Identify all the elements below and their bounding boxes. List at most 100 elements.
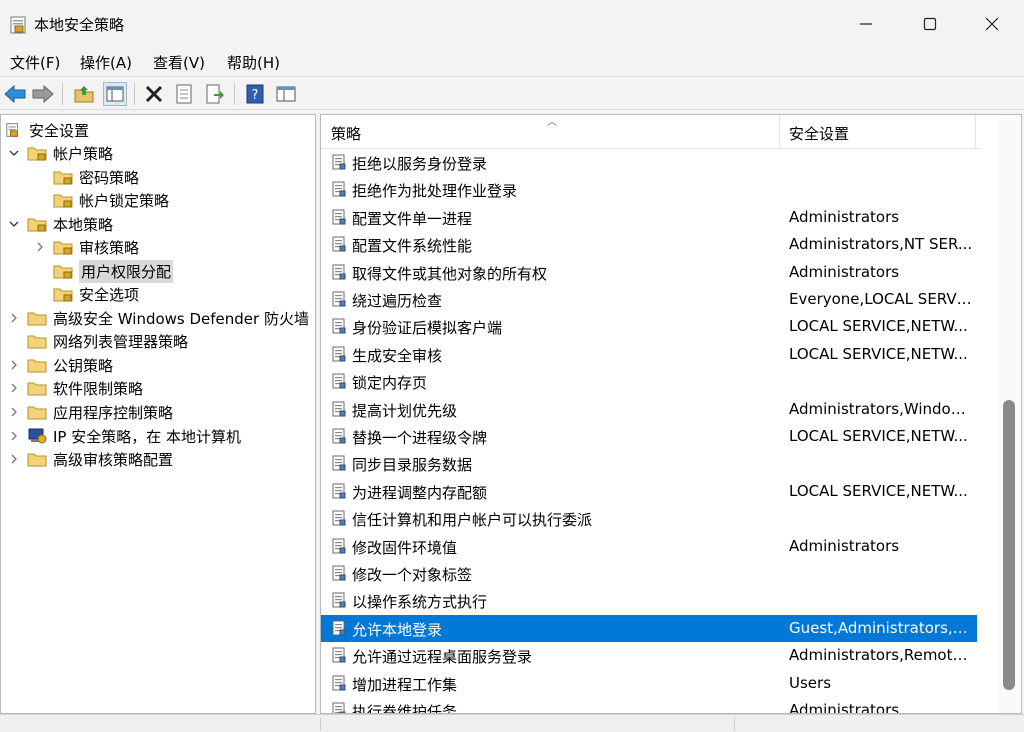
minimize-button[interactable] [836,0,896,48]
column-header-setting[interactable]: 安全设置 [789,123,849,144]
table-row[interactable]: 拒绝作为批处理作业登录 [321,176,977,203]
tree-item-security-options[interactable]: 安全选项 [53,283,139,305]
menu-help[interactable]: 帮助(H) [227,52,280,73]
tree-item-user-rights-assignment[interactable]: 用户权限分配 [53,259,174,283]
policy-setting: LOCAL SERVICE,NETW... [789,427,968,445]
table-row[interactable]: 配置文件单一进程 Administrators [321,204,977,231]
policy-icon [332,620,346,636]
chevron-right-icon[interactable] [7,405,21,419]
table-row[interactable]: 身份验证后模拟客户端 LOCAL SERVICE,NETW... [321,313,977,340]
view-icon [276,86,296,102]
tree-item-public-key-policies[interactable]: 公钥策略 [7,354,113,376]
help-icon: ? [246,84,264,104]
table-row[interactable]: 为进程调整内存配额 LOCAL SERVICE,NETW... [321,478,977,505]
show-tree-button[interactable] [103,82,127,106]
title-bar: 本地安全策略 [0,0,1024,48]
policy-setting: Administrators [789,262,900,281]
tree-item-software-restriction[interactable]: 软件限制策略 [7,377,143,399]
view-button[interactable] [274,82,298,106]
status-bar [0,714,1024,732]
security-settings-icon [6,123,19,137]
table-row[interactable]: 信任计算机和用户帐户可以执行委派 [321,505,977,532]
table-row[interactable]: 执行卷维护任务 Administrators [321,697,977,714]
chevron-right-icon[interactable] [7,358,21,372]
tree-item-account-lockout-policy[interactable]: 帐户锁定策略 [53,189,169,211]
column-header-policy[interactable]: 策略 [331,123,361,144]
lock-folder-icon [53,241,73,255]
table-row[interactable]: 取得文件或其他对象的所有权 Administrators [321,259,977,286]
lock-folder-icon [53,171,73,185]
delete-button[interactable] [142,82,166,106]
tree-item-app-control[interactable]: 应用程序控制策略 [7,401,173,423]
folder-icon [27,312,47,326]
table-row[interactable]: 同步目录服务数据 [321,450,977,477]
chevron-down-icon[interactable] [7,217,21,231]
tree-label: IP 安全策略，在 本地计算机 [53,427,242,446]
table-row[interactable]: 绕过遍历检查 Everyone,LOCAL SERVI... [321,286,977,313]
table-row[interactable]: 以操作系统方式执行 [321,587,977,614]
table-row[interactable]: 生成安全审核 LOCAL SERVICE,NETW... [321,341,977,368]
tree-label: 公钥策略 [53,356,114,375]
tree-item-audit-policy[interactable]: 审核策略 [33,236,139,258]
chevron-right-icon[interactable] [33,240,47,254]
tree-item-ip-security[interactable]: IP 安全策略，在 本地计算机 [7,425,241,447]
lock-folder-icon [27,218,47,232]
table-row[interactable]: 增加进程工作集 Users [321,670,977,697]
policy-icon [332,373,346,389]
table-row[interactable]: 配置文件系统性能 Administrators,NT SER... [321,231,977,258]
tree-item-password-policy[interactable]: 密码策略 [53,166,139,188]
close-icon [985,17,999,31]
menu-file[interactable]: 文件(F) [10,52,60,73]
policy-setting: LOCAL SERVICE,NETW... [789,317,968,336]
tree-item-local-policies[interactable]: 本地策略 [7,213,113,235]
table-row[interactable]: 提高计划优先级 Administrators,Window ... [321,396,977,423]
tree-item-defender-firewall[interactable]: 高级安全 Windows Defender 防火墙 [7,307,309,329]
folder-icon [27,335,47,349]
policy-icon [332,510,346,526]
forward-button[interactable] [31,82,55,106]
tree-label: 安全设置 [29,121,90,140]
back-button[interactable] [3,82,27,106]
up-folder-icon [74,86,94,103]
table-row[interactable]: 拒绝以服务身份登录 [321,149,977,176]
table-row[interactable]: 替换一个进程级令牌 LOCAL SERVICE,NETW... [321,423,977,450]
chevron-right-icon[interactable] [7,452,21,466]
table-row[interactable]: 允许通过远程桌面服务登录 Administrators,Remote ... [321,642,977,669]
table-row[interactable]: 允许本地登录 Guest,Administrators,U... [321,614,977,642]
tree-label: 审核策略 [79,238,140,257]
policy-icon [332,592,346,608]
up-folder-button[interactable] [72,82,96,106]
sort-ascending-icon: ︿ [547,117,557,128]
lock-folder-icon [53,194,73,208]
policy-setting: Administrators [789,701,900,714]
tree-item-account-policies[interactable]: 帐户策略 [7,142,113,164]
table-row[interactable]: 修改固件环境值 Administrators [321,533,977,560]
policy-icon [332,154,346,170]
scrollbar-thumb[interactable] [1003,400,1015,690]
chevron-right-icon[interactable] [7,311,21,325]
chevron-right-icon[interactable] [7,429,21,443]
properties-icon [176,84,192,104]
tree-root-security-settings[interactable]: 安全设置 [5,119,89,141]
table-row[interactable]: 修改一个对象标签 [321,560,977,587]
tree-item-advanced-audit[interactable]: 高级审核策略配置 [7,448,173,470]
policy-setting: LOCAL SERVICE,NETW... [789,481,968,500]
maximize-icon [923,17,937,31]
policy-name: 拒绝以服务身份登录 [352,155,488,173]
lock-folder-icon [53,265,73,279]
maximize-button[interactable] [900,0,960,48]
menu-action[interactable]: 操作(A) [80,52,132,73]
menu-view[interactable]: 查看(V) [153,52,205,73]
export-button[interactable] [203,82,227,106]
list-header: ︿ 策略 安全设置 [321,115,981,149]
policy-name: 身份验证后模拟客户端 [352,319,503,338]
close-button[interactable] [962,0,1022,48]
help-button[interactable]: ? [243,82,267,106]
table-row[interactable]: 锁定内存页 [321,368,977,395]
tree-pane: 安全设置 帐户策略 密码策略 帐户锁定策略 本地策略 审核策略 用户权限分配 安… [0,114,316,714]
chevron-down-icon[interactable] [7,146,21,160]
properties-button[interactable] [172,82,196,106]
policy-icon [332,702,346,713]
chevron-right-icon[interactable] [7,381,21,395]
tree-item-network-list-manager[interactable]: 网络列表管理器策略 [27,330,188,352]
